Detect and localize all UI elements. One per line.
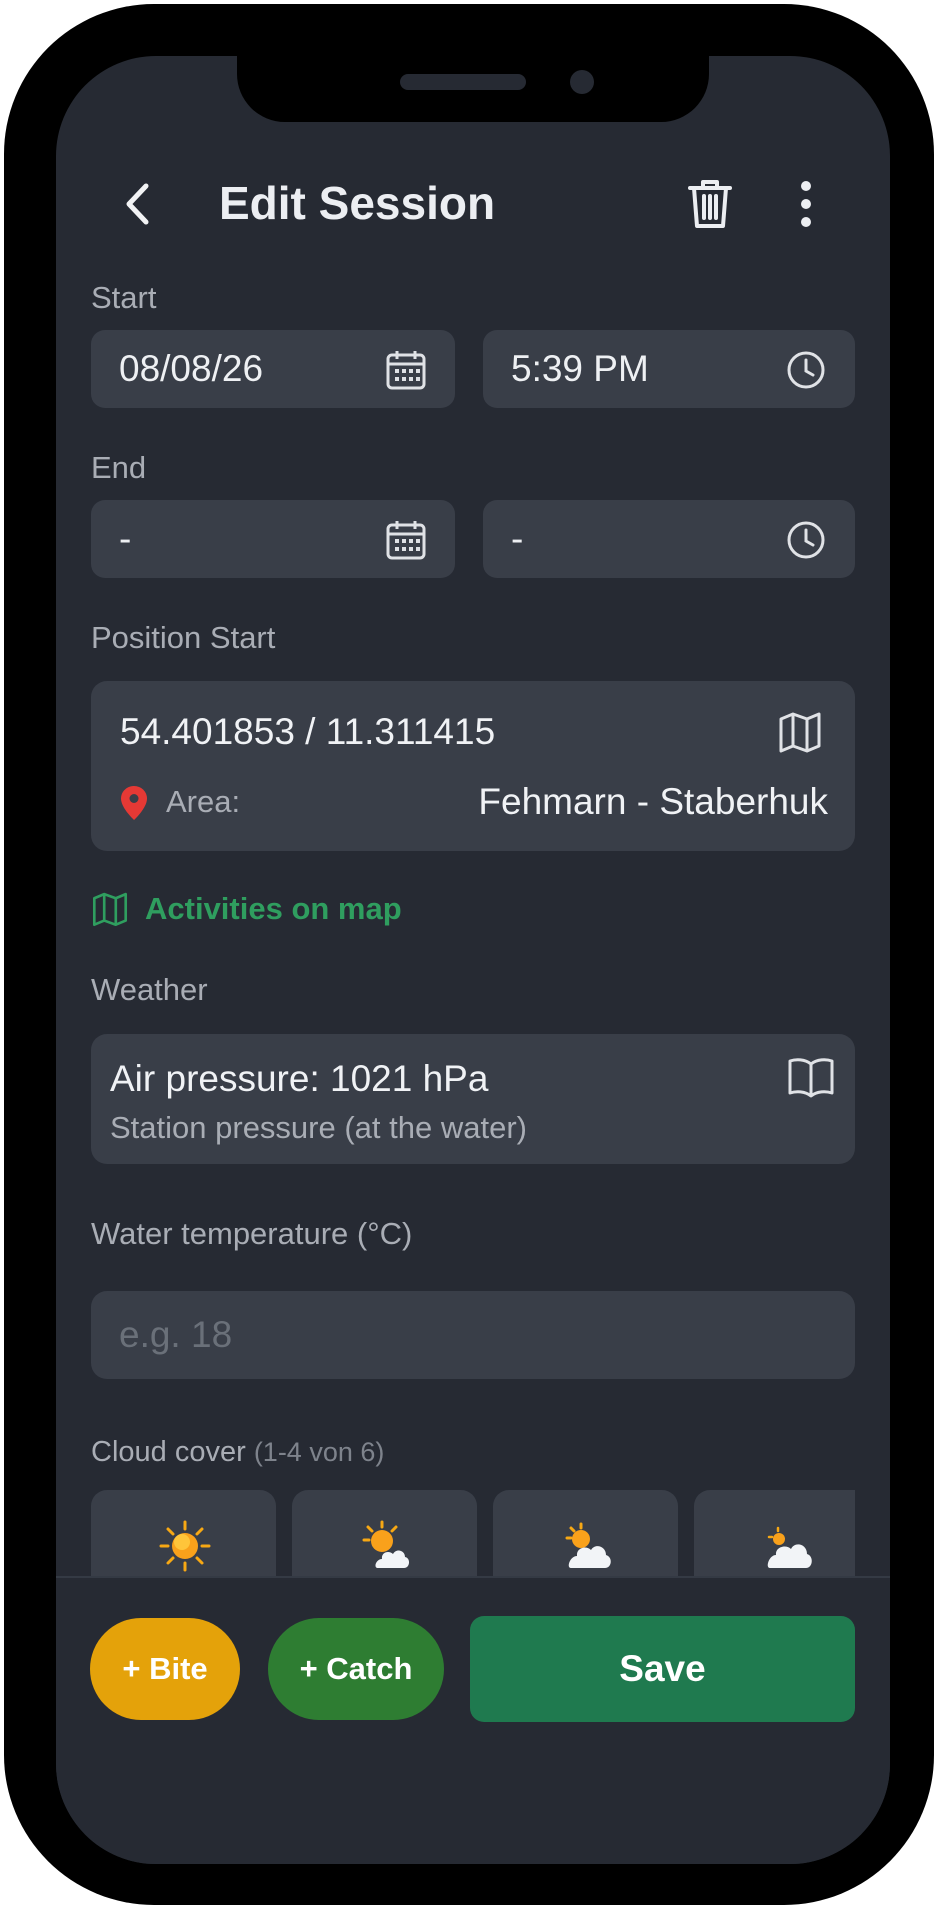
position-card[interactable]: 54.401853 / 11.311415 Area: Fehmarn - St… [91,681,855,851]
area-label: Area: [166,784,241,819]
app-header: Edit Session [56,156,890,246]
book-icon[interactable] [787,1056,835,1098]
area-value: Fehmarn - Staberhuk [478,781,828,822]
start-date-field[interactable]: 08/08/26 [91,330,455,408]
trash-icon[interactable] [684,176,736,232]
air-pressure-value: Air pressure: 1021 hPa [110,1058,489,1099]
app-screen: Edit Session Start 08/08/26 5:39 PM End … [56,56,890,1864]
speaker-grille [400,74,526,90]
air-pressure-subtitle: Station pressure (at the water) [110,1110,527,1145]
add-bite-button[interactable]: + Bite [90,1618,240,1720]
end-date-field[interactable]: - [91,500,455,578]
cloud-option-3[interactable] [493,1490,678,1576]
cloud-option-2[interactable] [292,1490,477,1576]
position-label: Position Start [91,620,276,655]
cloud-option-1[interactable] [91,1490,276,1576]
end-date-value: - [119,518,132,559]
activities-link-label: Activities on map [145,891,402,926]
page-title: Edit Session [219,177,496,229]
location-pin-icon [121,786,147,820]
cloud-cover-label: Cloud cover (1-4 von 6) [91,1436,384,1469]
sun-icon [159,1520,211,1572]
clock-icon [785,519,827,561]
water-temp-input[interactable]: e.g. 18 [91,1291,855,1379]
cloud-option-4[interactable] [694,1490,855,1576]
weather-label: Weather [91,972,208,1007]
sun-behind-cloud-icon [561,1520,613,1572]
calendar-icon [385,519,427,561]
water-temp-label: Water temperature (°C) [91,1216,413,1251]
device-notch [237,56,709,122]
phone-frame: Edit Session Start 08/08/26 5:39 PM End … [4,4,934,1905]
sun-small-cloud-icon [360,1520,412,1572]
front-camera [570,70,594,94]
end-time-field[interactable]: - [483,500,855,578]
bottom-action-bar: + Bite + Catch Save [56,1576,890,1864]
calendar-icon [385,349,427,391]
water-temp-placeholder: e.g. 18 [119,1314,233,1355]
clock-icon [785,349,827,391]
end-label: End [91,450,147,485]
coordinates-value: 54.401853 / 11.311415 [120,711,496,752]
map-icon[interactable] [777,709,823,755]
cloud-cover-title: Cloud cover [91,1436,246,1468]
map-icon [92,892,128,927]
cloud-cover-hint: (1-4 von 6) [253,1437,385,1467]
activities-on-map-link[interactable]: Activities on map [91,886,402,932]
add-catch-button[interactable]: + Catch [268,1618,444,1720]
start-label: Start [91,280,157,315]
start-date-value: 08/08/26 [119,348,264,389]
more-options-icon[interactable] [786,176,826,232]
cloud-small-sun-icon [762,1520,814,1572]
end-time-value: - [511,518,524,559]
save-button[interactable]: Save [470,1616,855,1722]
start-time-field[interactable]: 5:39 PM [483,330,855,408]
cloud-cover-options [91,1490,855,1576]
back-arrow-icon[interactable] [112,176,168,232]
weather-card[interactable]: Air pressure: 1021 hPa Station pressure … [91,1034,855,1164]
start-time-value: 5:39 PM [511,348,649,389]
